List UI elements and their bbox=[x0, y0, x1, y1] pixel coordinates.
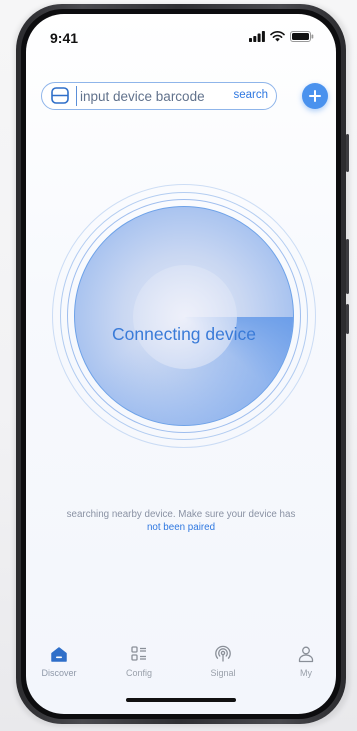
plus-icon-stem bbox=[314, 90, 316, 102]
radar-center bbox=[133, 265, 237, 369]
add-device-button[interactable] bbox=[302, 83, 328, 109]
tab-label-my: My bbox=[300, 668, 312, 678]
barcode-scan-icon[interactable] bbox=[51, 87, 69, 104]
tab-signal[interactable]: Signal bbox=[193, 644, 253, 689]
battery-icon bbox=[290, 31, 314, 42]
connecting-radar: Connecting device bbox=[52, 184, 316, 448]
radar-core bbox=[74, 206, 294, 426]
pairing-hint: searching nearby device. Make sure your … bbox=[36, 508, 326, 534]
tab-config[interactable]: Config bbox=[109, 644, 169, 689]
phone-side-button bbox=[346, 134, 349, 172]
search-input[interactable] bbox=[76, 86, 230, 106]
config-grid-icon bbox=[131, 646, 146, 661]
home-indicator bbox=[126, 698, 236, 702]
app-screen: 9:41 input device barcode search Connect… bbox=[26, 14, 336, 714]
tab-discover[interactable]: Discover bbox=[29, 644, 89, 689]
tab-label-signal: Signal bbox=[210, 668, 236, 678]
phone-frame: 9:41 input device barcode search Connect… bbox=[16, 4, 349, 724]
wifi-icon bbox=[270, 31, 285, 42]
tab-my[interactable]: My bbox=[276, 644, 336, 689]
home-icon bbox=[51, 647, 67, 662]
status-time: 9:41 bbox=[50, 30, 79, 46]
status-bar: 9:41 bbox=[26, 14, 336, 58]
pairing-hint-text: searching nearby device. Make sure your … bbox=[66, 509, 296, 520]
search-bar: search bbox=[41, 82, 277, 110]
status-icons bbox=[249, 31, 314, 42]
phone-side-button bbox=[346, 239, 349, 294]
tab-label-config: Config bbox=[125, 668, 152, 678]
search-button[interactable]: search bbox=[233, 89, 268, 101]
tab-label-discover: Discover bbox=[41, 668, 77, 678]
signal-icon bbox=[215, 645, 231, 662]
connecting-status-text: Connecting device bbox=[112, 324, 256, 344]
phone-bezel: 9:41 input device barcode search Connect… bbox=[21, 9, 341, 719]
not-paired-link[interactable]: not been paired bbox=[36, 521, 326, 534]
phone-side-button bbox=[346, 304, 349, 334]
person-icon bbox=[298, 646, 314, 663]
page: 9:41 input device barcode search Connect… bbox=[0, 0, 357, 731]
cellular-signal-icon bbox=[249, 31, 265, 42]
bottom-tab-bar: Discover Config Signal My bbox=[26, 644, 336, 689]
